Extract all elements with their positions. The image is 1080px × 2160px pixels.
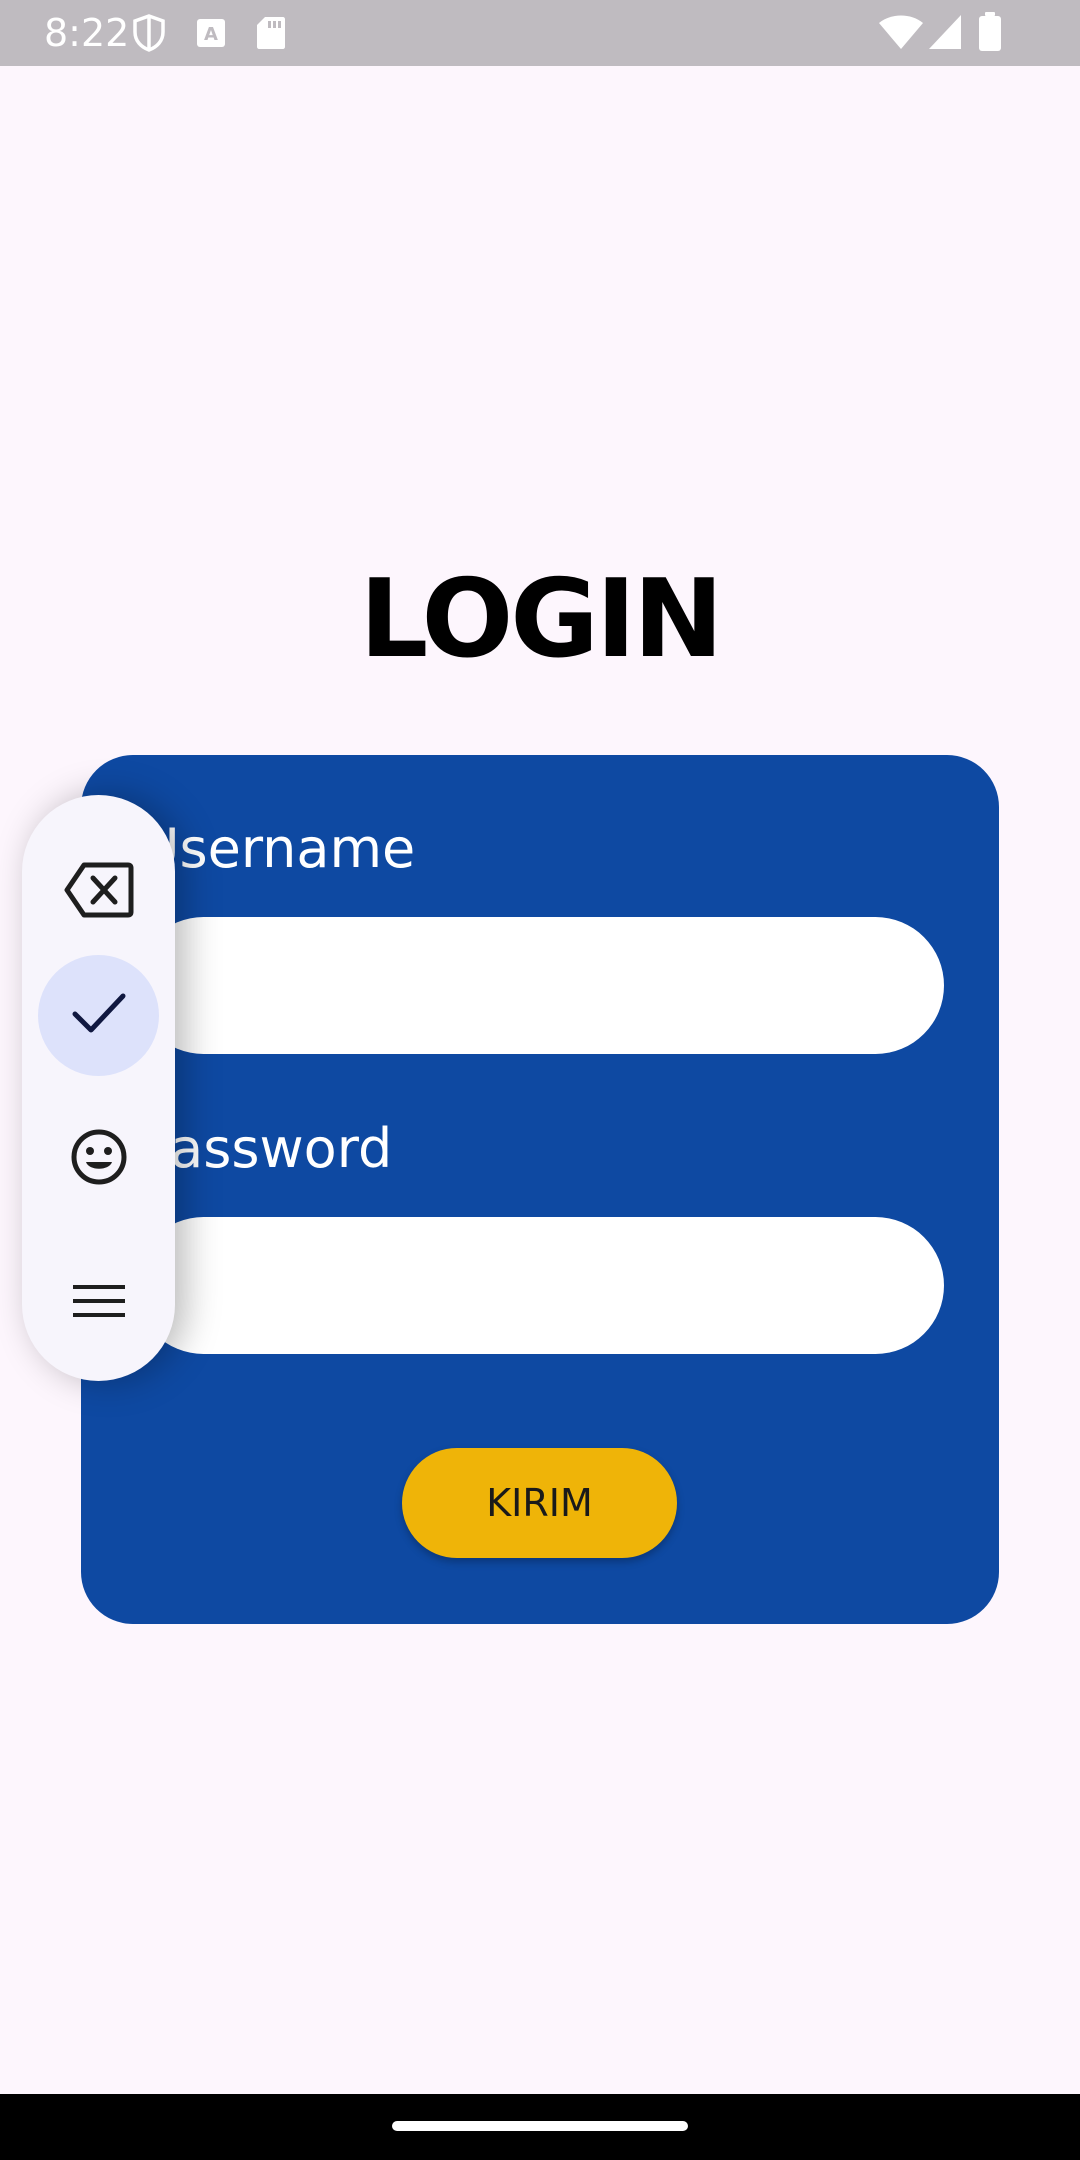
status-time: 8:22 — [44, 11, 130, 55]
svg-text:A: A — [204, 24, 218, 45]
battery-icon — [978, 12, 1002, 57]
page-title: LOGIN — [359, 557, 724, 682]
username-input[interactable] — [135, 917, 944, 1054]
sd-card-icon — [256, 16, 286, 55]
check-button[interactable] — [38, 955, 159, 1076]
keyboard-a-icon: A — [196, 18, 226, 53]
emoji-button[interactable] — [38, 1099, 159, 1220]
backspace-icon — [64, 861, 134, 924]
floating-keyboard-toolbar — [22, 795, 175, 1381]
wifi-icon — [878, 14, 924, 55]
home-gesture-handle[interactable] — [392, 2121, 688, 2131]
check-icon — [72, 992, 126, 1039]
submit-button[interactable]: KIRIM — [402, 1448, 677, 1558]
username-label: Username — [140, 817, 416, 880]
password-label: Password — [140, 1117, 393, 1180]
status-bar: 8:22 A — [0, 0, 1080, 66]
backspace-button[interactable] — [38, 832, 159, 953]
menu-icon — [72, 1283, 126, 1324]
menu-button[interactable] — [38, 1243, 159, 1364]
signal-icon — [928, 14, 962, 55]
shield-icon — [132, 14, 166, 57]
emoji-icon — [70, 1128, 128, 1191]
password-input[interactable] — [135, 1217, 944, 1354]
